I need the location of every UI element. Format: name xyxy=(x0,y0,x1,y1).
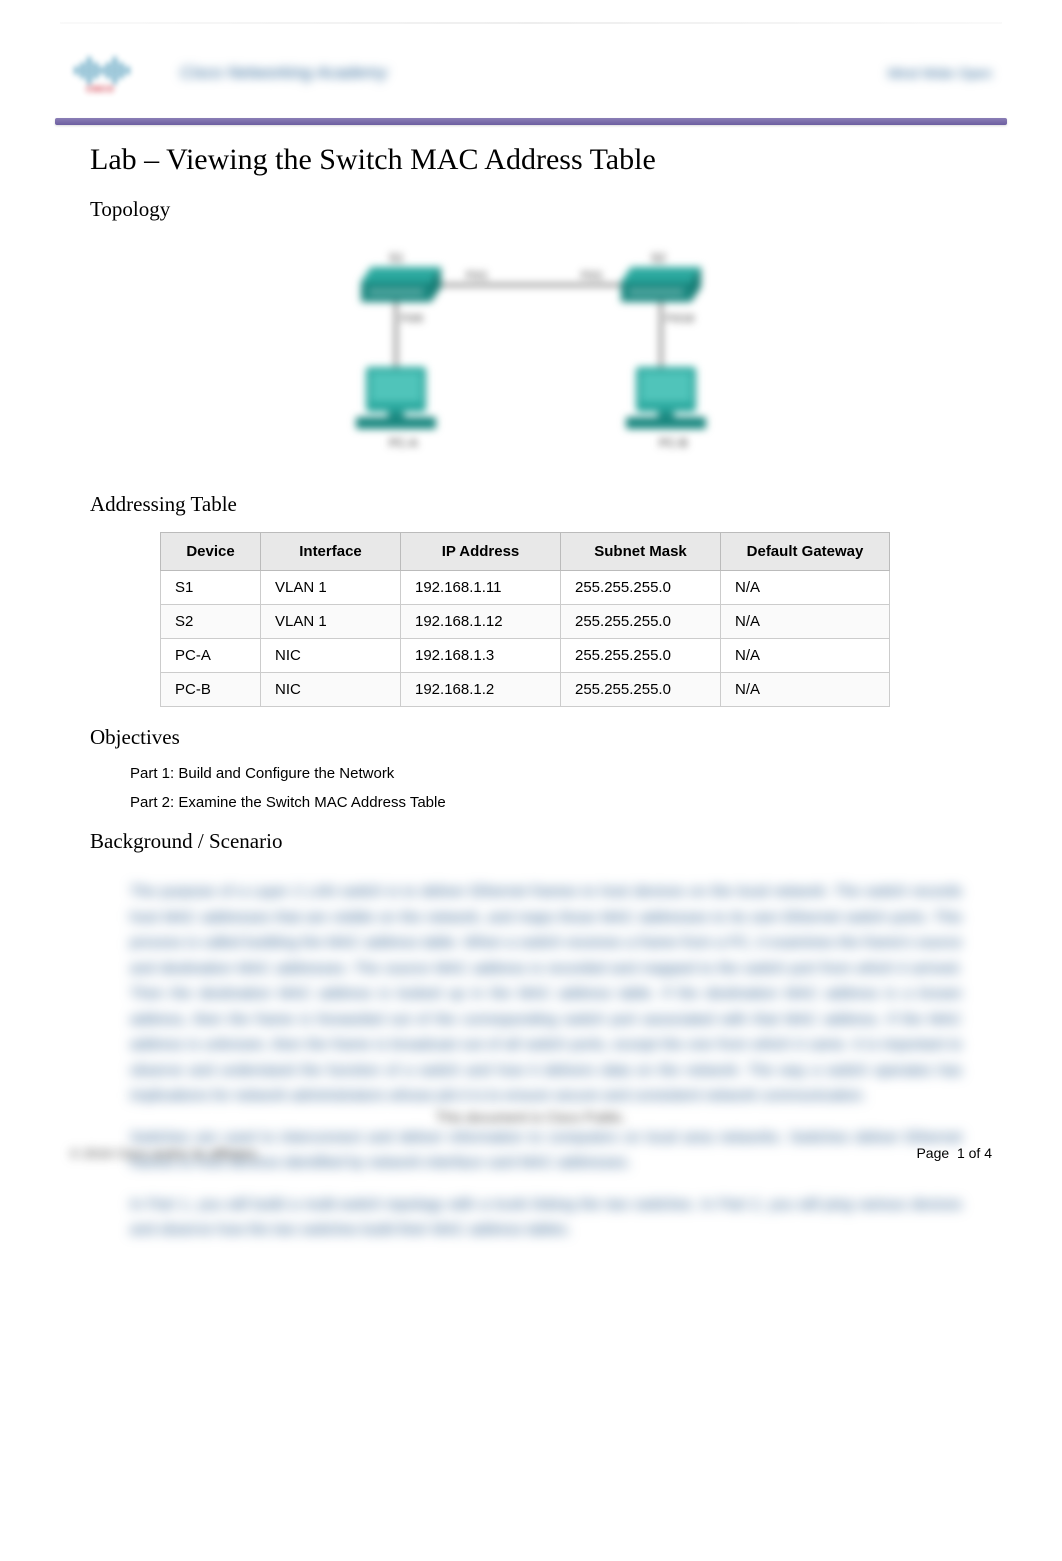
table-cell: 192.168.1.2 xyxy=(401,673,561,707)
section-addressing-title: Addressing Table xyxy=(70,492,992,517)
svg-text:S2: S2 xyxy=(651,251,666,265)
table-header: Default Gateway xyxy=(721,533,890,571)
table-cell: NIC xyxy=(261,639,401,673)
svg-text:PC-B: PC-B xyxy=(659,436,688,450)
header-divider-bar xyxy=(55,118,1007,125)
table-cell: N/A xyxy=(721,639,890,673)
document-header: CISCO Cisco Networking Academy Mind Wide… xyxy=(70,40,992,110)
table-cell: PC-B xyxy=(161,673,261,707)
table-cell: N/A xyxy=(721,605,890,639)
page-title: Lab – Viewing the Switch MAC Address Tab… xyxy=(70,143,992,177)
table-row: PC-B NIC 192.168.1.2 255.255.255.0 N/A xyxy=(161,673,890,707)
scenario-paragraph: In Part 1, you will build a multi-switch… xyxy=(130,1192,962,1243)
table-cell: VLAN 1 xyxy=(261,605,401,639)
objective-item: Part 2: Examine the Switch MAC Address T… xyxy=(130,794,992,811)
scenario-content: The purpose of a Layer 2 LAN switch is t… xyxy=(70,869,992,1269)
table-header: IP Address xyxy=(401,533,561,571)
svg-text:S1: S1 xyxy=(389,251,404,265)
objective-item: Part 1: Build and Configure the Network xyxy=(130,765,992,782)
svg-text:F0/1: F0/1 xyxy=(581,270,603,282)
section-objectives-title: Objectives xyxy=(70,725,992,750)
table-cell: 255.255.255.0 xyxy=(561,639,721,673)
table-cell: VLAN 1 xyxy=(261,571,401,605)
table-header-row: Device Interface IP Address Subnet Mask … xyxy=(161,533,890,571)
table-cell: 255.255.255.0 xyxy=(561,605,721,639)
table-row: S1 VLAN 1 192.168.1.11 255.255.255.0 N/A xyxy=(161,571,890,605)
svg-text:F0/6: F0/6 xyxy=(401,313,423,325)
table-header: Device xyxy=(161,533,261,571)
table-cell: 192.168.1.12 xyxy=(401,605,561,639)
page-current: 1 xyxy=(957,1145,965,1161)
section-topology-title: Topology xyxy=(70,197,992,222)
svg-text:PC-A: PC-A xyxy=(389,436,418,450)
table-cell: 192.168.1.11 xyxy=(401,571,561,605)
table-header: Interface xyxy=(261,533,401,571)
header-subtitle: Cisco Networking Academy xyxy=(180,63,387,83)
table-cell: PC-A xyxy=(161,639,261,673)
svg-text:F0/1: F0/1 xyxy=(466,270,488,282)
table-cell: N/A xyxy=(721,673,890,707)
page-total: 4 xyxy=(984,1145,992,1161)
table-cell: 255.255.255.0 xyxy=(561,571,721,605)
page-of: of xyxy=(969,1145,981,1161)
table-cell: NIC xyxy=(261,673,401,707)
table-cell: N/A xyxy=(721,571,890,605)
table-cell: 192.168.1.3 xyxy=(401,639,561,673)
header-right-text: Mind Wide Open xyxy=(888,65,992,81)
table-row: S2 VLAN 1 192.168.1.12 255.255.255.0 N/A xyxy=(161,605,890,639)
top-divider xyxy=(60,22,1002,24)
section-background-title: Background / Scenario xyxy=(70,829,992,854)
table-cell: 255.255.255.0 xyxy=(561,673,721,707)
document-page: CISCO Cisco Networking Academy Mind Wide… xyxy=(0,0,1062,1561)
table-cell: S1 xyxy=(161,571,261,605)
addressing-table: Device Interface IP Address Subnet Mask … xyxy=(160,532,890,707)
table-row: PC-A NIC 192.168.1.3 255.255.255.0 N/A xyxy=(161,639,890,673)
svg-text:F0/18: F0/18 xyxy=(666,313,694,325)
cisco-logo-icon: CISCO xyxy=(70,50,150,95)
table-cell: S2 xyxy=(161,605,261,639)
page-label: Page xyxy=(916,1145,949,1161)
footer-copyright: © 2016 Cisco and/or its affiliates. xyxy=(70,1146,260,1161)
svg-text:CISCO: CISCO xyxy=(86,84,114,94)
footer-pagination: Page 1 of 4 xyxy=(916,1145,992,1161)
objectives-list: Part 1: Build and Configure the Network … xyxy=(70,765,992,811)
table-header: Subnet Mask xyxy=(561,533,721,571)
scenario-paragraph: The purpose of a Layer 2 LAN switch is t… xyxy=(130,879,962,1109)
footer-center-text: This document is Cisco Public. xyxy=(70,1109,992,1125)
topology-diagram: F0/1 F0/1 F0/6 F0/18 PC-A PC-B xyxy=(70,237,992,467)
document-footer: This document is Cisco Public. © 2016 Ci… xyxy=(70,1109,992,1161)
